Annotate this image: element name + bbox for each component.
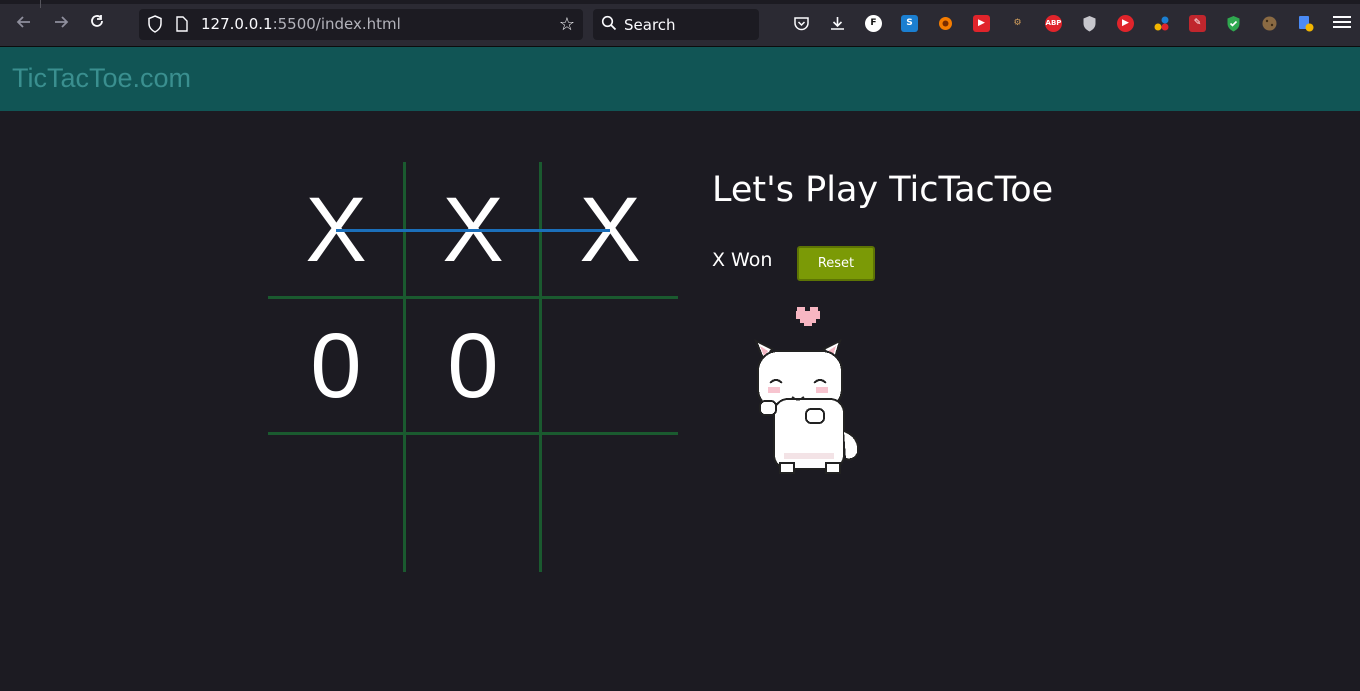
board-cell-4[interactable]: 0 [405, 298, 541, 434]
search-placeholder: Search [624, 16, 676, 34]
board-cell-7[interactable] [405, 434, 541, 570]
winning-line [336, 229, 610, 232]
forward-arrow-icon[interactable] [49, 12, 73, 36]
extension-cookie-icon[interactable] [1261, 15, 1278, 32]
extension-translate-icon[interactable] [1297, 15, 1314, 32]
extension-green-shield-icon[interactable] [1225, 15, 1242, 32]
board-cell-6[interactable] [268, 434, 404, 570]
cat-icon [754, 338, 860, 474]
adblock-icon[interactable]: ABP [1045, 15, 1062, 32]
url-bar[interactable]: 127.0.0.1:5500/index.html ☆ [139, 9, 583, 40]
tab-strip [0, 0, 1360, 8]
site-brand[interactable]: TicTacToe.com [12, 63, 191, 94]
tab-separator [40, 0, 41, 8]
board-cell-5[interactable] [542, 298, 678, 434]
browser-toolbar: 127.0.0.1:5500/index.html ☆ Search F S ▶… [0, 0, 1360, 47]
shield-icon[interactable] [147, 15, 163, 37]
site-navbar: TicTacToe.com [0, 47, 1360, 111]
board-cell-8[interactable] [542, 434, 678, 570]
heart-icon [796, 307, 820, 326]
board-cell-3[interactable]: 0 [268, 298, 404, 434]
url-host: 127.0.0.1 [201, 15, 273, 33]
reset-button[interactable]: Reset [797, 246, 875, 281]
search-bar[interactable]: Search [593, 9, 759, 40]
page-title: Let's Play TicTacToe [712, 170, 1054, 210]
search-icon [601, 15, 617, 35]
extension-orange-circle-icon[interactable] [937, 15, 954, 32]
extension-s-icon[interactable]: S [901, 15, 918, 32]
game-status: X Won [712, 249, 773, 271]
extension-youtube-icon[interactable]: ▶ [1117, 15, 1134, 32]
menu-icon[interactable] [1333, 13, 1351, 31]
pocket-icon[interactable] [793, 15, 810, 32]
reload-icon[interactable] [85, 12, 109, 36]
url-text[interactable]: 127.0.0.1:5500/index.html [201, 15, 401, 33]
back-arrow-icon[interactable] [12, 12, 36, 36]
game-info: Let's Play TicTacToe [712, 170, 1053, 210]
extension-shield-icon[interactable] [1081, 15, 1098, 32]
extension-tool-icon[interactable]: ⚙ [1009, 15, 1026, 32]
star-icon[interactable]: ☆ [559, 14, 575, 35]
game-board: X X X 0 0 [268, 162, 678, 572]
extension-f-icon[interactable]: F [865, 15, 882, 32]
url-path: :5500/index.html [272, 15, 401, 33]
extension-red-icon[interactable]: ▶ [973, 15, 990, 32]
download-icon[interactable] [829, 15, 846, 32]
extension-dots-icon[interactable] [1153, 15, 1170, 32]
extension-wand-icon[interactable]: ✎ [1189, 15, 1206, 32]
cat-animation [750, 303, 870, 482]
page-icon[interactable] [175, 16, 189, 36]
